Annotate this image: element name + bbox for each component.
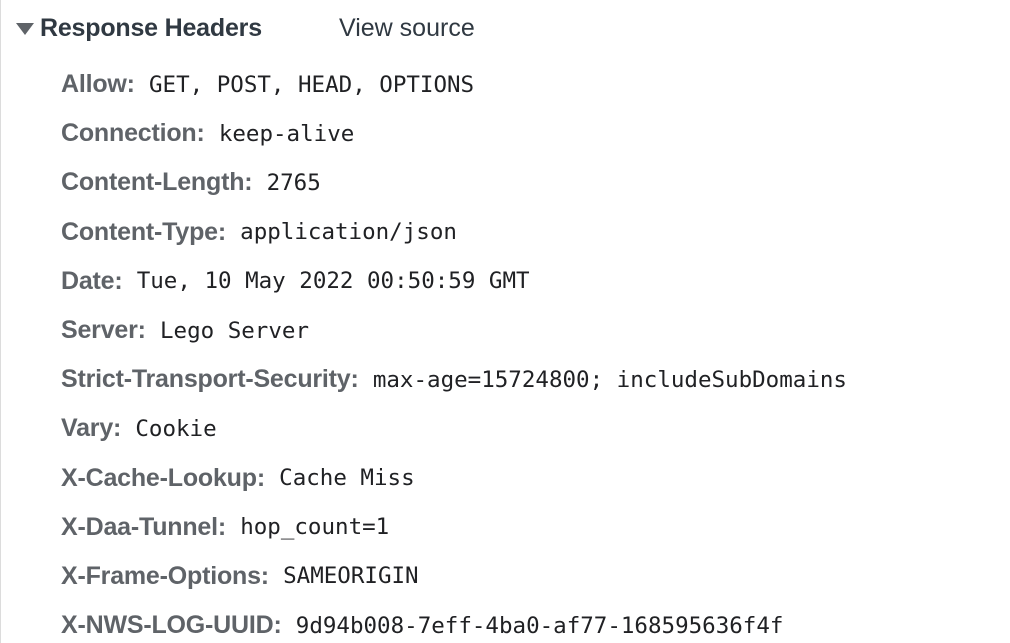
header-colon: :	[113, 414, 122, 443]
header-name: Allow	[61, 70, 127, 99]
header-value: Cache Miss	[279, 465, 415, 492]
header-name: Server	[61, 316, 138, 345]
header-name: Connection	[61, 119, 197, 148]
header-colon: :	[350, 365, 359, 394]
header-row: X-Frame-Options: SAMEORIGIN	[61, 552, 847, 601]
header-colon: :	[244, 168, 253, 197]
header-value: 2765	[266, 169, 321, 196]
header-row: Connection: keep-alive	[61, 109, 847, 158]
headers-list: Allow: GET, POST, HEAD, OPTIONS Connectio…	[61, 60, 847, 643]
header-value: Lego Server	[159, 317, 309, 344]
header-row: X-Cache-Lookup: Cache Miss	[61, 454, 847, 503]
header-value: GET, POST, HEAD, OPTIONS	[149, 71, 475, 98]
header-row: Content-Length:2765	[61, 158, 847, 207]
header-name: X-NWS-LOG-UUID	[61, 611, 274, 640]
header-value: max-age=15724800; includeSubDomains	[372, 366, 847, 393]
header-value: hop_count=1	[240, 514, 390, 541]
header-row: Content-Type: application/json	[61, 208, 847, 257]
header-name: Vary	[61, 414, 114, 443]
header-colon: :	[114, 266, 123, 295]
section-title: Response Headers	[40, 13, 262, 42]
response-headers-panel: Response Headers View source Allow: GET, …	[0, 0, 1010, 643]
header-name: Date	[61, 266, 115, 295]
header-name: X-Cache-Lookup	[61, 463, 257, 492]
header-row: Allow: GET, POST, HEAD, OPTIONS	[61, 60, 847, 109]
header-name: Content-Length	[61, 168, 245, 197]
view-source-link[interactable]: View source	[339, 8, 475, 48]
header-colon: :	[196, 119, 205, 148]
header-colon: :	[217, 512, 227, 541]
response-headers-toggle[interactable]: Response Headers	[16, 8, 262, 48]
header-name: X-Daa-Tunnel	[61, 512, 218, 541]
header-row: Vary: Cookie	[61, 404, 847, 453]
header-row: X-Daa-Tunnel: hop_count=1	[61, 503, 847, 552]
header-name: Strict-Transport-Security	[61, 365, 351, 394]
header-value: keep-alive	[218, 120, 355, 147]
header-colon: :	[217, 217, 227, 246]
header-value: 9d94b008-7eff-4ba0-af77-168595636f4f	[295, 612, 784, 639]
header-row: Date: Tue, 10 May 2022 00:50:59 GMT	[61, 257, 847, 306]
header-name: X-Frame-Options	[61, 561, 261, 590]
header-colon: :	[273, 611, 282, 640]
header-value: application/json	[240, 219, 457, 246]
header-row: Strict-Transport-Security: max-age=157248…	[61, 355, 847, 404]
triangle-down-icon[interactable]	[16, 23, 34, 35]
header-colon: :	[126, 70, 135, 99]
header-value: Cookie	[135, 415, 217, 442]
header-value: SAMEORIGIN	[283, 563, 419, 590]
header-name: Content-Type	[61, 217, 218, 246]
header-row: Server: Lego Server	[61, 306, 847, 355]
header-colon: :	[260, 561, 270, 590]
header-colon: :	[137, 316, 146, 345]
header-colon: :	[256, 463, 266, 492]
header-value: Tue, 10 May 2022 00:50:59 GMT	[136, 268, 530, 295]
header-row: X-NWS-LOG-UUID:9d94b008-7eff-4ba0-af77-1…	[61, 601, 847, 643]
